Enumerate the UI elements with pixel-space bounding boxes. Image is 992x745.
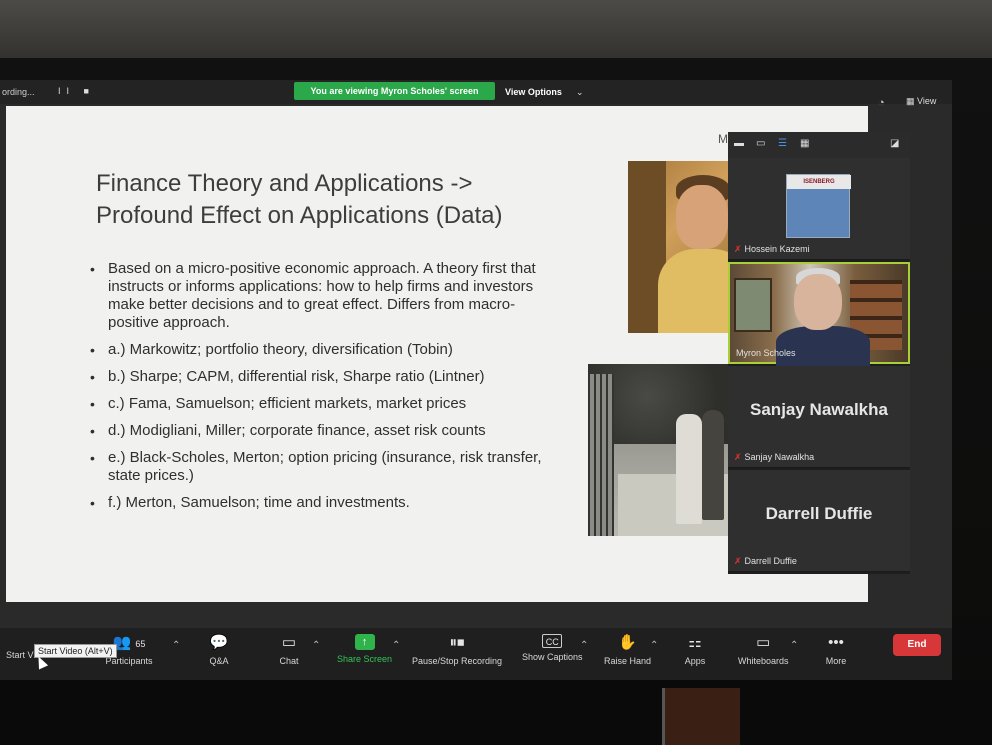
participant-name: Sanjay Nawalkha bbox=[744, 452, 815, 462]
share-screen-label: Share Screen bbox=[337, 654, 393, 664]
meeting-toolbar: Start Video 👥 65 Participants ⌃ 💬 Q&A ▭ … bbox=[0, 628, 952, 680]
participant-big-name: Darrell Duffie bbox=[765, 504, 873, 523]
apps-label: Apps bbox=[684, 656, 706, 666]
chevron-up-icon[interactable]: ⌃ bbox=[650, 640, 658, 651]
bullet-item: d.) Modigliani, Miller; corporate financ… bbox=[90, 422, 550, 440]
participant-gallery: ▬ ▭ ☰ ▦ ◪ ISENBERG ✗ Hossein Kazemi Myron… bbox=[728, 132, 910, 574]
ceiling bbox=[0, 0, 992, 58]
grid-icon: ▦ bbox=[906, 96, 918, 106]
minimize-icon[interactable]: ▬ bbox=[734, 138, 744, 149]
view-label: View bbox=[917, 96, 937, 106]
participant-name: Darrell Duffie bbox=[744, 556, 797, 566]
participant-tile-darrell-duffie[interactable]: Darrell Duffie ✗ Darrell Duffie bbox=[728, 470, 910, 572]
view-options-button[interactable]: View Options bbox=[505, 84, 562, 100]
view-button[interactable]: ▦ View bbox=[906, 96, 936, 107]
show-captions-label: Show Captions bbox=[522, 652, 583, 662]
whiteboards-label: Whiteboards bbox=[738, 656, 789, 666]
projected-screen: ording... II ■ You are viewing Myron Sch… bbox=[0, 80, 952, 680]
slide-title-line-1: Finance Theory and Applications -> bbox=[96, 170, 473, 197]
participant-name-label: ✗ Sanjay Nawalkha bbox=[734, 452, 814, 463]
bullet-item: c.) Fama, Samuelson; efficient markets, … bbox=[90, 395, 550, 413]
muted-mic-icon: ✗ bbox=[734, 244, 742, 254]
participant-name: Hossein Kazemi bbox=[744, 244, 810, 254]
qa-icon: 💬 bbox=[209, 634, 229, 651]
bullet-item: b.) Sharpe; CAPM, differential risk, Sha… bbox=[90, 368, 550, 386]
chevron-up-icon[interactable]: ⌃ bbox=[790, 640, 798, 651]
show-captions-button[interactable]: CC Show Captions bbox=[522, 634, 583, 662]
slide-title-line-2: Profound Effect on Applications (Data) bbox=[96, 202, 503, 229]
raise-hand-label: Raise Hand bbox=[604, 656, 652, 666]
share-screen-button[interactable]: ↑ Share Screen bbox=[337, 634, 392, 664]
participant-tile-myron-scholes[interactable]: Myron Scholes bbox=[728, 262, 910, 366]
share-screen-icon: ↑ bbox=[354, 634, 375, 650]
more-label: More bbox=[825, 656, 847, 666]
participant-big-name: Sanjay Nawalkha bbox=[750, 400, 888, 419]
slide-bullet-list: Based on a micro-positive economic appro… bbox=[90, 260, 550, 521]
whiteboards-button[interactable]: ▭ Whiteboards bbox=[738, 634, 789, 666]
participant-name-label: ✗ Hossein Kazemi bbox=[734, 244, 810, 255]
chevron-down-icon[interactable]: ⌄ bbox=[576, 84, 584, 100]
bullet-item: a.) Markowitz; portfolio theory, diversi… bbox=[90, 341, 550, 359]
participant-tile-sanjay-nawalkha[interactable]: Sanjay Nawalkha ✗ Sanjay Nawalkha bbox=[728, 366, 910, 468]
participants-count: 65 bbox=[135, 639, 146, 649]
chevron-up-icon[interactable]: ⌃ bbox=[392, 640, 400, 651]
chevron-up-icon[interactable]: ⌃ bbox=[172, 640, 180, 651]
bullet-item: f.) Merton, Samuelson; time and investme… bbox=[90, 494, 550, 512]
grid-view-icon[interactable]: ▦ bbox=[800, 138, 809, 149]
pause-stop-recording-label: Pause/Stop Recording bbox=[412, 656, 503, 666]
more-icon: ••• bbox=[828, 634, 844, 651]
floor bbox=[0, 680, 992, 745]
hand-icon: ✋ bbox=[618, 634, 637, 651]
logo-text: ISENBERG bbox=[787, 175, 851, 189]
vintage-photo bbox=[588, 364, 736, 536]
apps-icon: ⚏ bbox=[688, 634, 702, 651]
pause-stop-icon: ⏸⏹ bbox=[449, 634, 465, 651]
isenberg-logo: ISENBERG bbox=[786, 174, 851, 238]
qa-label: Q&A bbox=[209, 656, 229, 666]
gallery-toolbar: ▬ ▭ ☰ ▦ ◪ bbox=[728, 132, 910, 158]
strip-view-icon[interactable]: ☰ bbox=[778, 138, 787, 149]
security-icon[interactable]: ◔ bbox=[878, 97, 885, 109]
bullet-item: e.) Black-Scholes, Merton; option pricin… bbox=[90, 449, 550, 485]
zoom-top-bar: ording... II ■ You are viewing Myron Sch… bbox=[0, 80, 952, 109]
chevron-up-icon[interactable]: ⌃ bbox=[580, 640, 588, 651]
apps-button[interactable]: ⚏ Apps bbox=[684, 634, 706, 666]
start-video-tooltip: Start Video (Alt+V) bbox=[34, 644, 117, 658]
participant-name-label: Myron Scholes bbox=[736, 348, 796, 358]
participant-name: Myron Scholes bbox=[736, 348, 796, 358]
participant-tile-hossein-kazemi[interactable]: ISENBERG ✗ Hossein Kazemi bbox=[728, 158, 910, 260]
door bbox=[662, 688, 740, 745]
chevron-up-icon[interactable]: ⌃ bbox=[312, 640, 320, 651]
more-button[interactable]: ••• More bbox=[825, 634, 847, 666]
pause-stop-recording-button[interactable]: ⏸⏹ Pause/Stop Recording bbox=[412, 634, 502, 666]
chat-icon: ▭ bbox=[281, 634, 297, 651]
participant-name-label: ✗ Darrell Duffie bbox=[734, 556, 797, 567]
qa-button[interactable]: 💬 Q&A bbox=[208, 634, 230, 666]
slide-title: Finance Theory and Applications -> Profo… bbox=[96, 168, 576, 232]
end-meeting-button[interactable]: End bbox=[893, 634, 941, 656]
speaker-view-icon[interactable]: ▭ bbox=[756, 138, 765, 149]
raise-hand-button[interactable]: ✋ Raise Hand bbox=[604, 634, 651, 666]
whiteboard-icon: ▭ bbox=[756, 634, 771, 651]
chat-label: Chat bbox=[279, 656, 299, 666]
bullet-item: Based on a micro-positive economic appro… bbox=[90, 260, 550, 332]
muted-mic-icon: ✗ bbox=[734, 556, 742, 566]
captions-icon: CC bbox=[542, 634, 563, 648]
recording-status: ording... bbox=[2, 87, 35, 97]
popout-icon[interactable]: ◪ bbox=[890, 138, 899, 149]
portrait-photo bbox=[628, 161, 738, 333]
slide-corner-text: M bbox=[718, 132, 728, 146]
viewing-banner: You are viewing Myron Scholes' screen bbox=[294, 82, 495, 100]
recording-controls[interactable]: II ■ bbox=[58, 86, 95, 96]
muted-mic-icon: ✗ bbox=[734, 452, 742, 462]
chat-button[interactable]: ▭ Chat bbox=[278, 634, 300, 666]
